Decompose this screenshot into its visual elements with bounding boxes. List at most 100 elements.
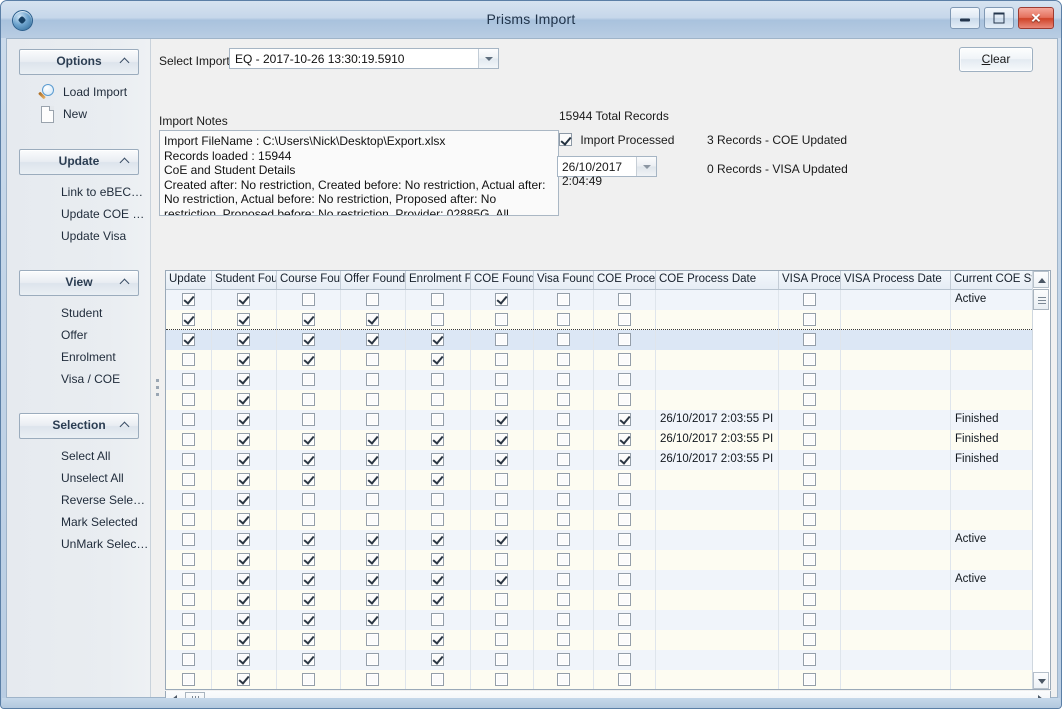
select-import-combo[interactable]: EQ - 2017-10-26 13:30:19.5910 <box>229 48 499 69</box>
row-checkbox[interactable] <box>557 373 570 386</box>
row-checkbox[interactable] <box>803 633 816 646</box>
grid-column-header[interactable]: Visa Found <box>534 271 594 289</box>
table-cell[interactable] <box>341 490 406 510</box>
row-checkbox[interactable] <box>431 653 444 666</box>
import-processed-checkbox[interactable] <box>559 133 572 146</box>
row-checkbox[interactable] <box>237 613 250 626</box>
row-checkbox[interactable] <box>182 433 195 446</box>
row-checkbox[interactable] <box>495 513 508 526</box>
table-cell[interactable] <box>534 530 594 550</box>
row-checkbox[interactable] <box>557 613 570 626</box>
vertical-scroll-thumb[interactable] <box>1033 289 1049 310</box>
table-cell[interactable] <box>212 510 277 530</box>
row-checkbox[interactable] <box>182 513 195 526</box>
table-cell[interactable] <box>277 530 341 550</box>
table-cell[interactable] <box>779 370 841 390</box>
row-checkbox[interactable] <box>366 613 379 626</box>
row-checkbox[interactable] <box>803 453 816 466</box>
row-checkbox[interactable] <box>237 553 250 566</box>
table-cell[interactable] <box>406 550 471 570</box>
row-checkbox[interactable] <box>618 673 631 686</box>
grid-column-header[interactable]: VISA Process <box>779 271 841 289</box>
row-checkbox[interactable] <box>803 653 816 666</box>
chevron-down-icon[interactable] <box>478 49 498 68</box>
table-cell[interactable] <box>166 570 212 590</box>
row-checkbox[interactable] <box>237 433 250 446</box>
table-cell[interactable] <box>341 290 406 310</box>
row-checkbox[interactable] <box>495 673 508 686</box>
table-cell[interactable] <box>341 610 406 630</box>
table-cell[interactable] <box>277 590 341 610</box>
row-checkbox[interactable] <box>237 313 250 326</box>
table-cell[interactable] <box>166 430 212 450</box>
table-row[interactable] <box>166 350 1050 371</box>
table-cell[interactable] <box>341 630 406 650</box>
table-cell[interactable] <box>166 370 212 390</box>
row-checkbox[interactable] <box>182 353 195 366</box>
table-cell[interactable] <box>212 370 277 390</box>
table-cell[interactable] <box>341 590 406 610</box>
row-checkbox[interactable] <box>182 373 195 386</box>
table-cell[interactable] <box>471 550 534 570</box>
row-checkbox[interactable] <box>237 413 250 426</box>
table-cell[interactable] <box>406 610 471 630</box>
table-cell[interactable] <box>277 410 341 430</box>
row-checkbox[interactable] <box>495 593 508 606</box>
row-checkbox[interactable] <box>431 393 444 406</box>
table-cell[interactable] <box>594 490 656 510</box>
table-cell[interactable] <box>471 630 534 650</box>
table-cell[interactable] <box>779 590 841 610</box>
table-cell[interactable] <box>534 550 594 570</box>
table-cell[interactable] <box>212 310 277 330</box>
row-checkbox[interactable] <box>366 413 379 426</box>
minimize-button[interactable] <box>950 7 980 29</box>
table-row[interactable] <box>166 370 1050 391</box>
table-row[interactable]: Active <box>166 530 1050 551</box>
table-cell[interactable] <box>277 310 341 330</box>
table-cell[interactable] <box>594 370 656 390</box>
row-checkbox[interactable] <box>431 353 444 366</box>
table-cell[interactable] <box>594 530 656 550</box>
table-cell[interactable] <box>406 390 471 410</box>
sidebar-item-reverse-selection[interactable]: Reverse Sele… <box>19 490 141 511</box>
table-cell[interactable] <box>406 410 471 430</box>
row-checkbox[interactable] <box>182 393 195 406</box>
grid-column-header[interactable]: COE Found <box>471 271 534 289</box>
table-cell[interactable] <box>594 410 656 430</box>
row-checkbox[interactable] <box>237 453 250 466</box>
sidebar-item-student[interactable]: Student <box>19 303 141 324</box>
table-cell[interactable] <box>277 430 341 450</box>
row-checkbox[interactable] <box>618 393 631 406</box>
table-row[interactable] <box>166 490 1050 511</box>
row-checkbox[interactable] <box>237 473 250 486</box>
row-checkbox[interactable] <box>557 293 570 306</box>
row-checkbox[interactable] <box>618 513 631 526</box>
row-checkbox[interactable] <box>302 333 315 346</box>
row-checkbox[interactable] <box>618 293 631 306</box>
grid-column-header[interactable]: VISA Process Date <box>841 271 951 289</box>
row-checkbox[interactable] <box>237 493 250 506</box>
row-checkbox[interactable] <box>803 393 816 406</box>
row-checkbox[interactable] <box>618 573 631 586</box>
row-checkbox[interactable] <box>366 473 379 486</box>
table-cell[interactable] <box>277 570 341 590</box>
table-cell[interactable] <box>341 510 406 530</box>
table-cell[interactable] <box>471 310 534 330</box>
row-checkbox[interactable] <box>618 453 631 466</box>
row-checkbox[interactable] <box>366 533 379 546</box>
table-cell[interactable] <box>471 330 534 350</box>
row-checkbox[interactable] <box>237 653 250 666</box>
sidebar-item-load-import[interactable]: Load Import <box>19 82 141 103</box>
table-cell[interactable] <box>341 670 406 690</box>
sidebar-splitter[interactable] <box>155 379 160 403</box>
table-cell[interactable] <box>594 570 656 590</box>
row-checkbox[interactable] <box>302 453 315 466</box>
table-cell[interactable] <box>212 350 277 370</box>
row-checkbox[interactable] <box>431 413 444 426</box>
table-cell[interactable] <box>471 610 534 630</box>
row-checkbox[interactable] <box>237 293 250 306</box>
sidebar-group-selection[interactable]: Selection <box>19 413 139 439</box>
table-cell[interactable] <box>406 450 471 470</box>
table-cell[interactable] <box>534 310 594 330</box>
table-cell[interactable] <box>534 390 594 410</box>
